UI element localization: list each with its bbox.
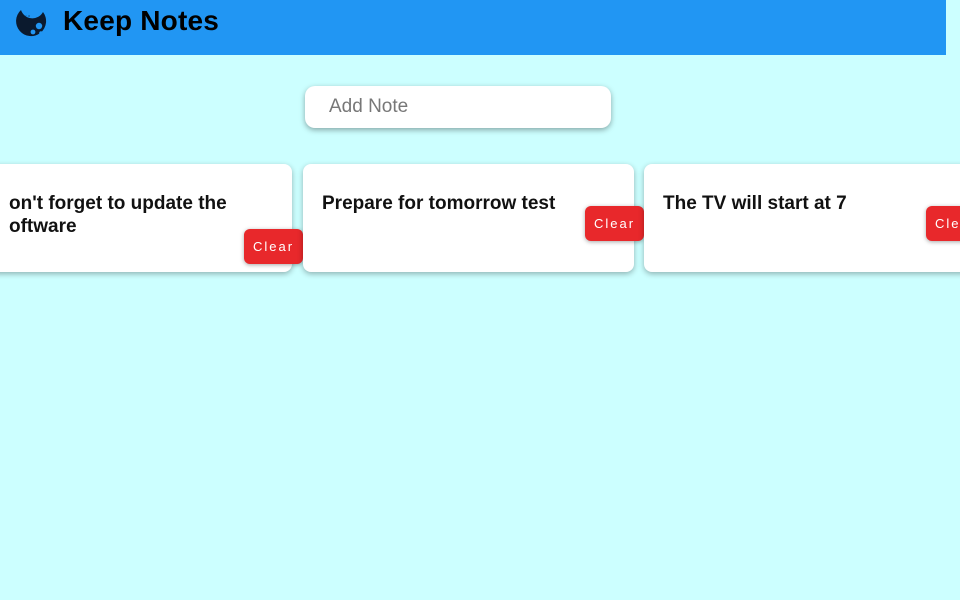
note-card: Prepare for tomorrow test Clear (303, 164, 644, 272)
note-text-line: oftware (9, 216, 77, 237)
svg-text:a z b c d: a z b c d (17, 14, 30, 18)
clear-button[interactable]: Cle (926, 206, 960, 241)
keep-notes-logo-icon: a z b c d (16, 10, 47, 37)
clear-button[interactable]: Clear (244, 229, 303, 264)
note-text-line: on't forget to update the (9, 193, 227, 214)
add-note-input[interactable] (305, 86, 611, 128)
note-text: on't forget to update the oftware (9, 192, 227, 238)
note-card: The TV will start at 7 Cle (644, 164, 960, 272)
clear-button[interactable]: Clear (585, 206, 644, 241)
app-header: a z b c d Keep Notes (0, 0, 946, 55)
app-title: Keep Notes (63, 5, 220, 36)
note-text: Prepare for tomorrow test (322, 193, 556, 214)
note-text: The TV will start at 7 (663, 193, 847, 214)
note-card: on't forget to update the oftware Clear (0, 164, 303, 272)
